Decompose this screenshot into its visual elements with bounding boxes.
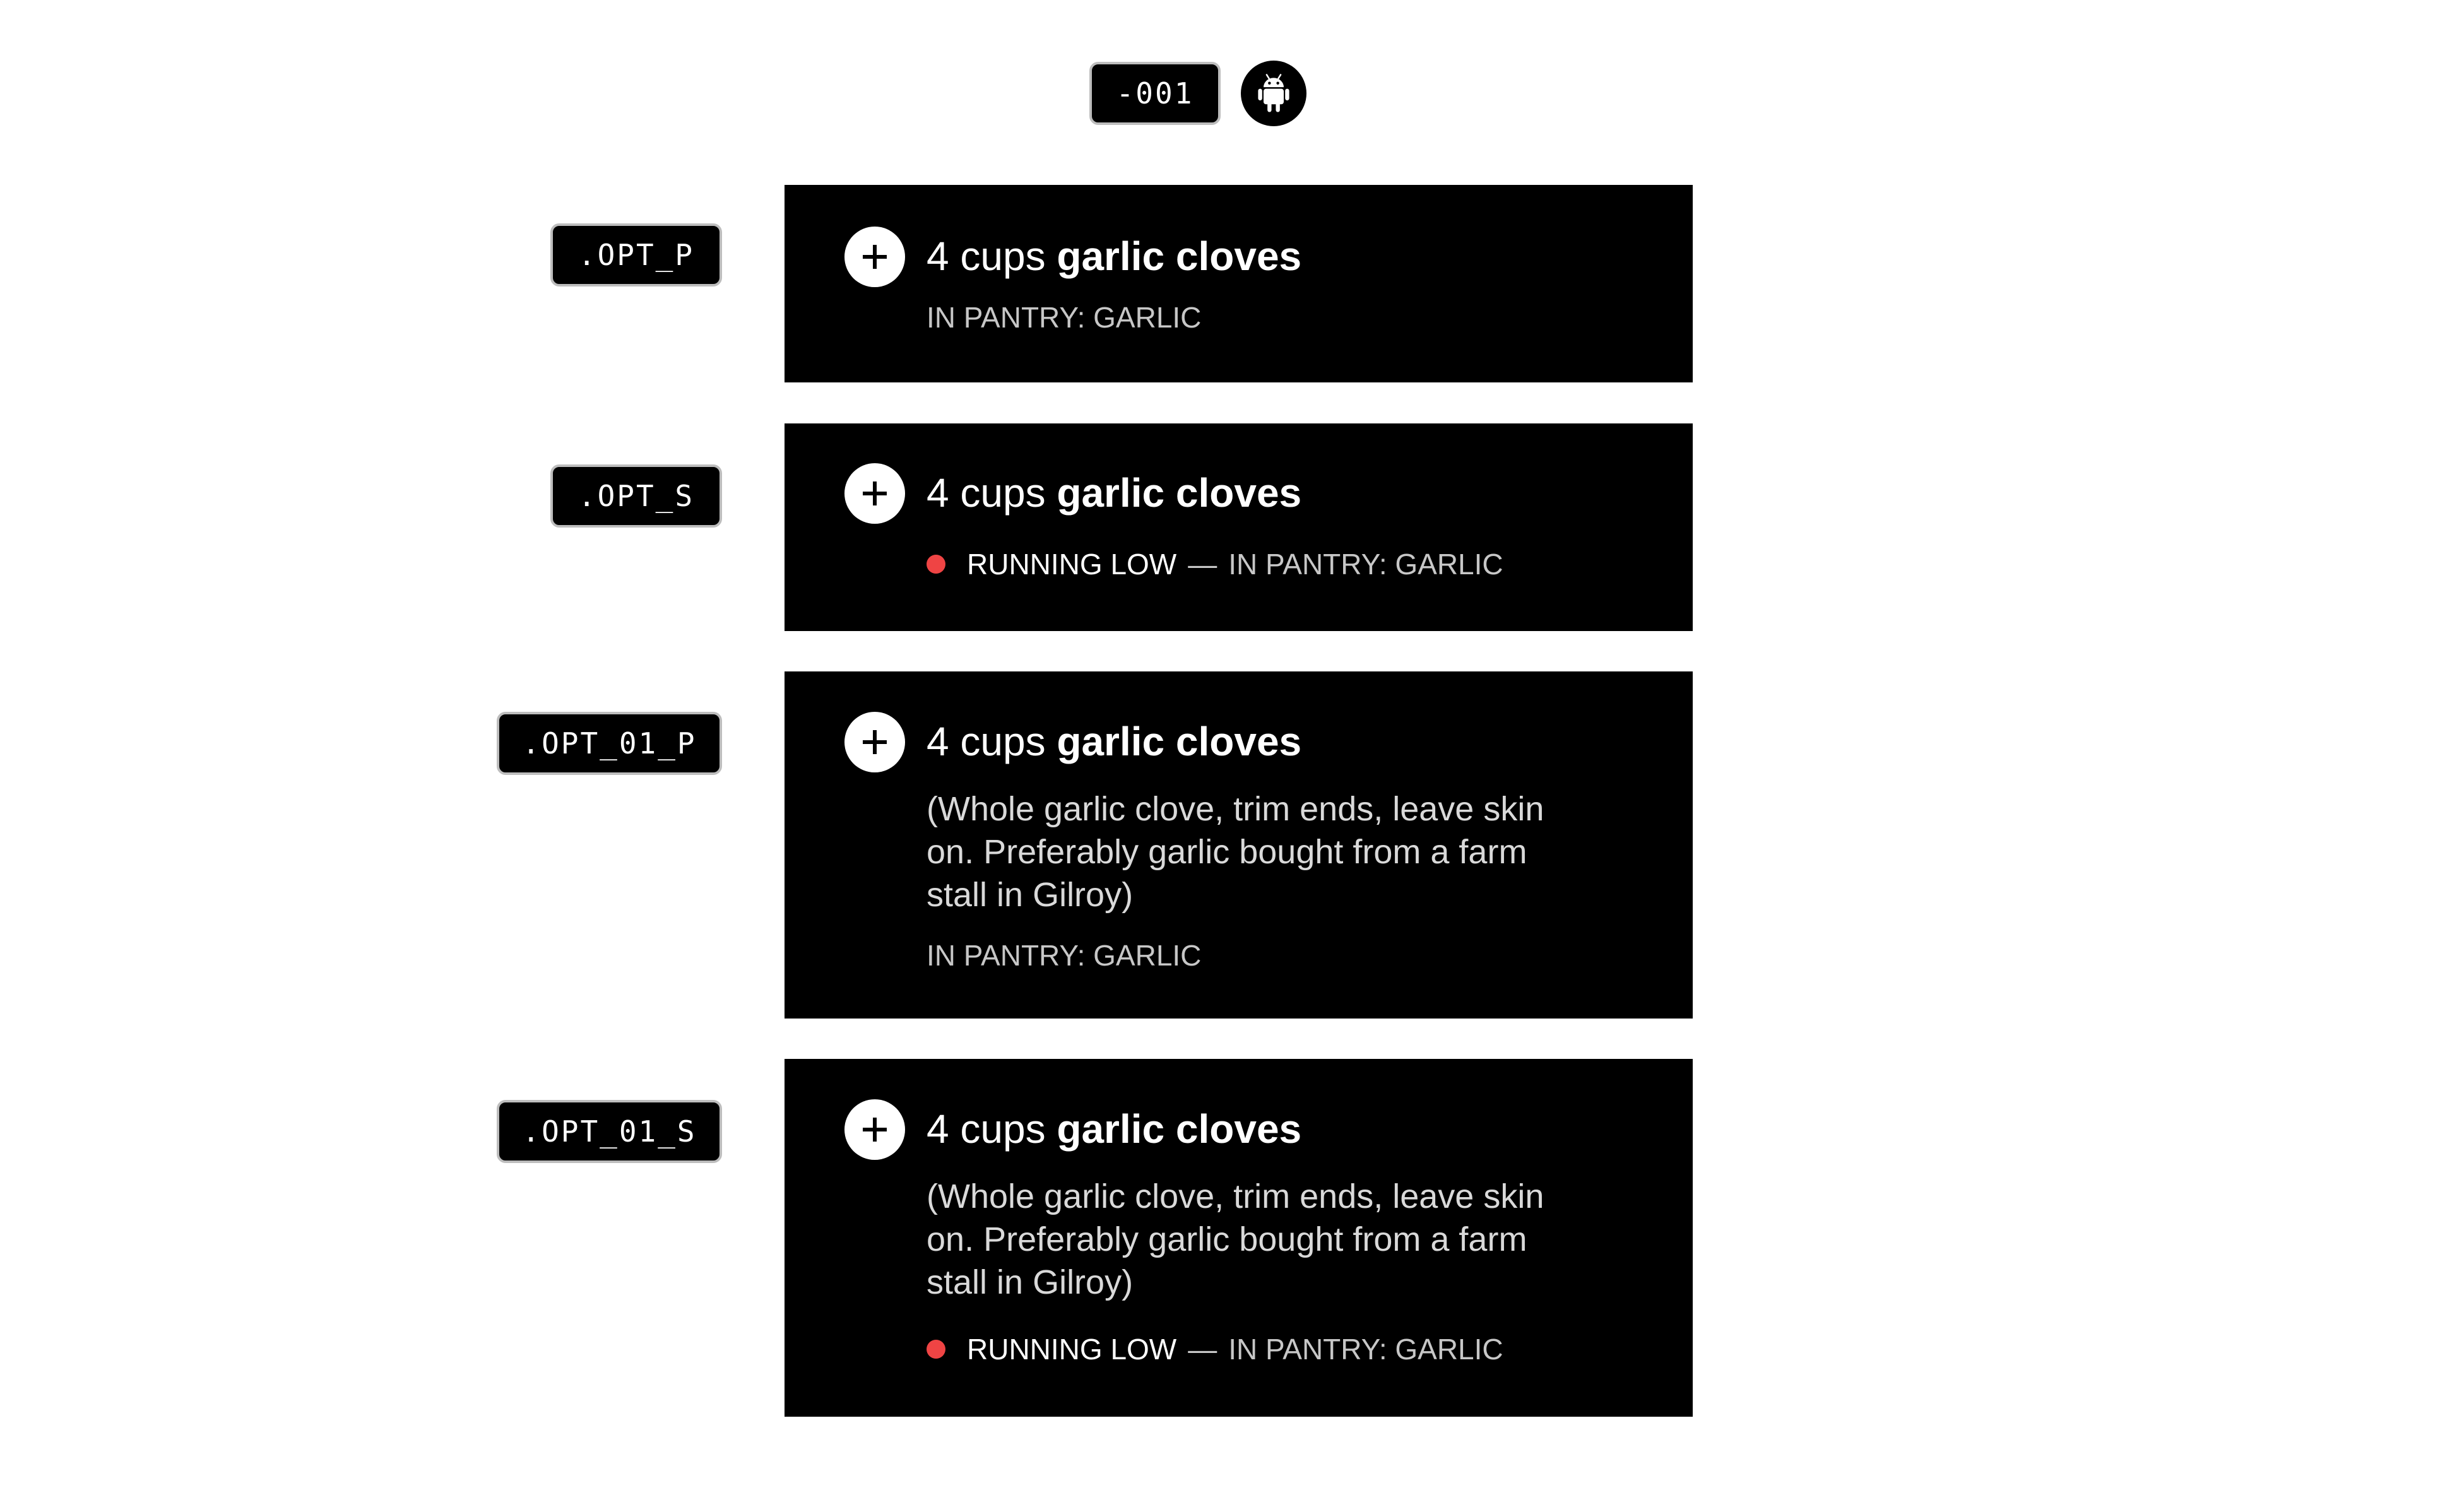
ingredient-quantity: 4 cups bbox=[927, 233, 1046, 279]
version-tag: -001 bbox=[1089, 62, 1221, 125]
ingredient-card-opt-s: 4 cups garlic cloves RUNNING LOW — IN PA… bbox=[785, 423, 1693, 631]
preparation-note: (Whole garlic clove, trim ends, leave sk… bbox=[927, 790, 1544, 914]
pantry-label: IN PANTRY: GARLIC bbox=[927, 301, 1202, 334]
ingredient-card-opt-01-p: 4 cups garlic cloves (Whole garlic clove… bbox=[785, 671, 1693, 1019]
ingredient-card-opt-01-s: 4 cups garlic cloves (Whole garlic clove… bbox=[785, 1059, 1693, 1417]
variant-tag-opt-p: .OPT_P bbox=[550, 223, 722, 286]
plus-icon bbox=[863, 245, 887, 269]
variant-tag-opt-s: .OPT_S bbox=[550, 464, 722, 528]
ingredient-quantity: 4 cups bbox=[927, 470, 1046, 516]
variant-tag-opt-01-p: .OPT_01_P bbox=[497, 712, 722, 775]
ingredient-name: garlic cloves bbox=[1057, 233, 1302, 279]
preparation-note: (Whole garlic clove, trim ends, leave sk… bbox=[927, 1178, 1544, 1301]
running-low-label: RUNNING LOW bbox=[967, 1333, 1177, 1366]
status-separator: — bbox=[1188, 548, 1217, 581]
ingredient-title: 4 cups garlic cloves bbox=[927, 1102, 1301, 1156]
plus-icon bbox=[863, 481, 887, 505]
variant-tag-opt-01-s: .OPT_01_S bbox=[497, 1100, 722, 1163]
stock-status-row: RUNNING LOW — IN PANTRY: GARLIC bbox=[927, 545, 1503, 583]
plus-icon bbox=[863, 1118, 887, 1142]
ingredient-title: 4 cups garlic cloves bbox=[927, 714, 1301, 769]
status-separator: — bbox=[1188, 1333, 1217, 1366]
add-ingredient-button[interactable] bbox=[844, 227, 905, 287]
ingredient-quantity: 4 cups bbox=[927, 719, 1046, 764]
running-low-label: RUNNING LOW bbox=[967, 548, 1177, 581]
low-stock-dot-icon bbox=[927, 555, 945, 574]
android-icon bbox=[1241, 61, 1306, 126]
ingredient-quantity: 4 cups bbox=[927, 1106, 1046, 1152]
low-stock-dot-icon bbox=[927, 1340, 945, 1359]
pantry-label: IN PANTRY: GARLIC bbox=[927, 939, 1202, 972]
add-ingredient-button[interactable] bbox=[844, 463, 905, 524]
ingredient-card-opt-p: 4 cups garlic cloves IN PANTRY: GARLIC bbox=[785, 185, 1693, 382]
pantry-label: IN PANTRY: GARLIC bbox=[1228, 1333, 1503, 1366]
ingredient-title: 4 cups garlic cloves bbox=[927, 229, 1301, 283]
ingredient-name: garlic cloves bbox=[1057, 470, 1302, 516]
pantry-label: IN PANTRY: GARLIC bbox=[1228, 548, 1503, 581]
add-ingredient-button[interactable] bbox=[844, 712, 905, 772]
ingredient-name: garlic cloves bbox=[1057, 719, 1302, 764]
stock-status-row: RUNNING LOW — IN PANTRY: GARLIC bbox=[927, 1330, 1503, 1368]
add-ingredient-button[interactable] bbox=[844, 1099, 905, 1160]
ingredient-name: garlic cloves bbox=[1057, 1106, 1302, 1152]
ingredient-title: 4 cups garlic cloves bbox=[927, 466, 1301, 520]
plus-icon bbox=[863, 730, 887, 754]
